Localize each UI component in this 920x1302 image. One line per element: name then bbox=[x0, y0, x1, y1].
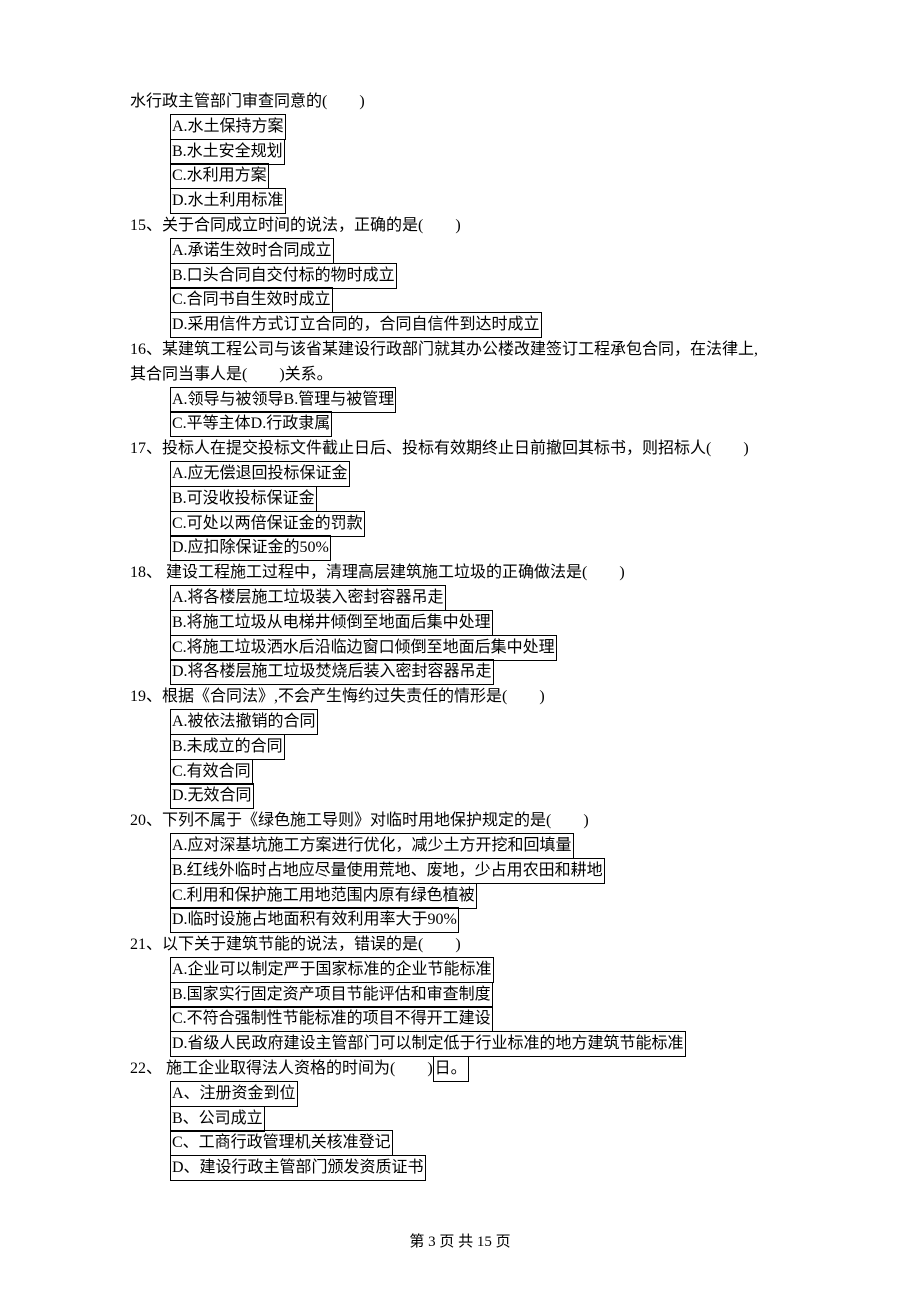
fragment-option-c: C.水利用方案 bbox=[130, 164, 790, 189]
q21-option-a: A.企业可以制定严于国家标准的企业节能标准 bbox=[130, 958, 790, 983]
stem-tail: 日。 bbox=[433, 1056, 469, 1082]
q15-stem: 15、关于合同成立时间的说法，正确的是( ) bbox=[130, 214, 790, 239]
text: C.不符合强制性节能标准的项目不得开工建设 bbox=[170, 1006, 493, 1032]
text: B、公司成立 bbox=[170, 1106, 265, 1132]
text: B.未成立的合同 bbox=[170, 734, 285, 760]
text: A.水土保持方案 bbox=[170, 114, 286, 140]
text: A.领导与被领导B.管理与被管理 bbox=[170, 387, 396, 413]
q21-option-b: B.国家实行固定资产项目节能评估和审查制度 bbox=[130, 983, 790, 1008]
text: D.应扣除保证金的50% bbox=[170, 535, 331, 561]
fragment-stem: 水行政主管部门审查同意的( ) bbox=[130, 90, 790, 115]
text: B.红线外临时占地应尽量使用荒地、废地，少占用农田和耕地 bbox=[170, 858, 605, 884]
q21-option-d: D.省级人民政府建设主管部门可以制定低于行业标准的地方建筑节能标准 bbox=[130, 1032, 790, 1057]
text: C.水利用方案 bbox=[170, 163, 269, 189]
text: C.可处以两倍保证金的罚款 bbox=[170, 511, 365, 537]
text: 20、下列不属于《绿色施工导则》对临时用地保护规定的是( ) bbox=[130, 812, 589, 829]
q15-option-b: B.口头合同自交付标的物时成立 bbox=[130, 264, 790, 289]
q21-option-c: C.不符合强制性节能标准的项目不得开工建设 bbox=[130, 1007, 790, 1032]
q15-option-d: D.采用信件方式订立合同的，合同自信件到达时成立 bbox=[130, 313, 790, 338]
q16-option-cd: C.平等主体D.行政隶属 bbox=[130, 412, 790, 437]
text: B.水土安全规划 bbox=[170, 139, 285, 165]
q17-option-c: C.可处以两倍保证金的罚款 bbox=[130, 512, 790, 537]
q21-stem: 21、以下关于建筑节能的说法，错误的是( ) bbox=[130, 933, 790, 958]
q15-option-c: C.合同书自生效时成立 bbox=[130, 288, 790, 313]
text: C.平等主体D.行政隶属 bbox=[170, 411, 332, 437]
q20-option-b: B.红线外临时占地应尽量使用荒地、废地，少占用农田和耕地 bbox=[130, 859, 790, 884]
text: C.将施工垃圾洒水后沿临边窗口倾倒至地面后集中处理 bbox=[170, 635, 557, 661]
text: A.被依法撤销的合同 bbox=[170, 709, 318, 735]
text: C.合同书自生效时成立 bbox=[170, 287, 333, 313]
q18-option-d: D.将各楼层施工垃圾焚烧后装入密封容器吊走 bbox=[130, 660, 790, 685]
q19-stem: 19、根据《合同法》,不会产生悔约过失责任的情形是( ) bbox=[130, 685, 790, 710]
text: D.采用信件方式订立合同的，合同自信件到达时成立 bbox=[170, 312, 542, 338]
text: D.省级人民政府建设主管部门可以制定低于行业标准的地方建筑节能标准 bbox=[170, 1031, 686, 1057]
q22-option-d: D、建设行政主管部门颁发资质证书 bbox=[130, 1156, 790, 1181]
q19-option-b: B.未成立的合同 bbox=[130, 735, 790, 760]
q20-stem: 20、下列不属于《绿色施工导则》对临时用地保护规定的是( ) bbox=[130, 809, 790, 834]
q20-option-d: D.临时设施占地面积有效利用率大于90% bbox=[130, 908, 790, 933]
text: A.将各楼层施工垃圾装入密封容器吊走 bbox=[170, 585, 446, 611]
q20-option-a: A.应对深基坑施工方案进行优化，减少土方开挖和回填量 bbox=[130, 834, 790, 859]
q22-option-a: A、注册资金到位 bbox=[130, 1082, 790, 1107]
text: D.临时设施占地面积有效利用率大于90% bbox=[170, 907, 459, 933]
text: 15、关于合同成立时间的说法，正确的是( ) bbox=[130, 217, 461, 234]
text: B.将施工垃圾从电梯井倾倒至地面后集中处理 bbox=[170, 610, 493, 636]
q20-option-c: C.利用和保护施工用地范围内原有绿色植被 bbox=[130, 884, 790, 909]
q17-option-a: A.应无偿退回投标保证金 bbox=[130, 462, 790, 487]
q17-option-d: D.应扣除保证金的50% bbox=[130, 536, 790, 561]
q19-option-d: D.无效合同 bbox=[130, 784, 790, 809]
q22-stem: 22、 施工企业取得法人资格的时间为( )日。 bbox=[130, 1057, 790, 1082]
text: 19、根据《合同法》,不会产生悔约过失责任的情形是( ) bbox=[130, 688, 545, 705]
text: 其合同当事人是( )关系。 bbox=[130, 366, 333, 383]
fragment-option-b: B.水土安全规划 bbox=[130, 140, 790, 165]
q17-stem: 17、投标人在提交投标文件截止日后、投标有效期终止日前撤回其标书，则招标人( ) bbox=[130, 437, 790, 462]
fragment-option-a: A.水土保持方案 bbox=[130, 115, 790, 140]
q18-option-c: C.将施工垃圾洒水后沿临边窗口倾倒至地面后集中处理 bbox=[130, 636, 790, 661]
q18-option-a: A.将各楼层施工垃圾装入密封容器吊走 bbox=[130, 586, 790, 611]
page-footer: 第 3 页 共 15 页 bbox=[130, 1231, 790, 1254]
q19-option-a: A.被依法撤销的合同 bbox=[130, 710, 790, 735]
q22-option-c: C、工商行政管理机关核准登记 bbox=[130, 1131, 790, 1156]
q16-option-ab: A.领导与被领导B.管理与被管理 bbox=[130, 388, 790, 413]
text: A.应对深基坑施工方案进行优化，减少土方开挖和回填量 bbox=[170, 833, 574, 859]
text: A.承诺生效时合同成立 bbox=[170, 238, 334, 264]
q18-option-b: B.将施工垃圾从电梯井倾倒至地面后集中处理 bbox=[130, 611, 790, 636]
text: D、建设行政主管部门颁发资质证书 bbox=[170, 1155, 426, 1181]
text: A、注册资金到位 bbox=[170, 1081, 298, 1107]
text: D.水土利用标准 bbox=[170, 188, 286, 214]
text: 21、以下关于建筑节能的说法，错误的是( ) bbox=[130, 936, 461, 953]
text: 第 3 页 共 15 页 bbox=[409, 1234, 510, 1250]
text: 17、投标人在提交投标文件截止日后、投标有效期终止日前撤回其标书，则招标人( ) bbox=[130, 440, 749, 457]
q16-stem-line2: 其合同当事人是( )关系。 bbox=[130, 363, 790, 388]
q18-stem: 18、 建设工程施工过程中，清理高层建筑施工垃圾的正确做法是( ) bbox=[130, 561, 790, 586]
fragment-option-d: D.水土利用标准 bbox=[130, 189, 790, 214]
text: C、工商行政管理机关核准登记 bbox=[170, 1130, 393, 1156]
q17-option-b: B.可没收投标保证金 bbox=[130, 487, 790, 512]
text: D.将各楼层施工垃圾焚烧后装入密封容器吊走 bbox=[170, 659, 494, 685]
text: B.国家实行固定资产项目节能评估和审查制度 bbox=[170, 982, 493, 1008]
text: 22、 施工企业取得法人资格的时间为( ) bbox=[130, 1060, 433, 1077]
text: C.利用和保护施工用地范围内原有绿色植被 bbox=[170, 883, 477, 909]
q16-stem-line1: 16、某建筑工程公司与该省某建设行政部门就其办公楼改建签订工程承包合同，在法律上… bbox=[130, 338, 790, 363]
text: C.有效合同 bbox=[170, 759, 253, 785]
text: B.口头合同自交付标的物时成立 bbox=[170, 263, 397, 289]
text: 水行政主管部门审查同意的( ) bbox=[130, 93, 365, 110]
text: A.应无偿退回投标保证金 bbox=[170, 461, 350, 487]
text: 16、某建筑工程公司与该省某建设行政部门就其办公楼改建签订工程承包合同，在法律上… bbox=[130, 341, 758, 358]
text: A.企业可以制定严于国家标准的企业节能标准 bbox=[170, 957, 494, 983]
q22-option-b: B、公司成立 bbox=[130, 1107, 790, 1132]
text: D.无效合同 bbox=[170, 783, 254, 809]
q19-option-c: C.有效合同 bbox=[130, 760, 790, 785]
q15-option-a: A.承诺生效时合同成立 bbox=[130, 239, 790, 264]
text: 18、 建设工程施工过程中，清理高层建筑施工垃圾的正确做法是( ) bbox=[130, 564, 625, 581]
text: B.可没收投标保证金 bbox=[170, 486, 317, 512]
